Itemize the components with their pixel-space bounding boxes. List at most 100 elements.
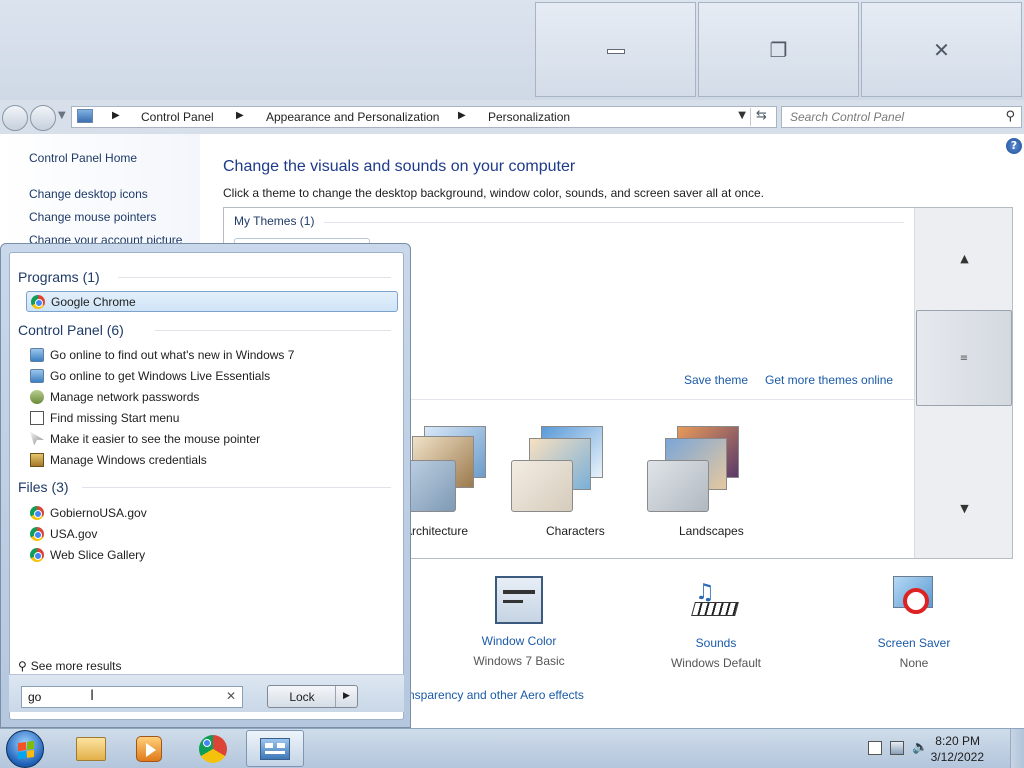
- save-theme-link[interactable]: Save theme: [684, 373, 748, 387]
- system-tray: 🔈 8:20 PM 3/12/2022: [854, 729, 1024, 768]
- divider: [118, 277, 391, 278]
- result-label: Make it easier to see the mouse pointer: [50, 431, 261, 446]
- result-whats-new[interactable]: Go online to find out what's new in Wind…: [26, 344, 398, 365]
- chrome-icon: [31, 294, 45, 309]
- help-icon[interactable]: ?: [1006, 138, 1022, 154]
- start-menu-results: Programs (1) Google Chrome Control Panel…: [9, 252, 404, 720]
- media-player-icon: [136, 735, 162, 762]
- theme-name-architecture: Architecture: [404, 524, 469, 538]
- theme-architecture[interactable]: [394, 426, 514, 516]
- shutdown-options-arrow-icon[interactable]: ▶: [335, 686, 357, 707]
- clock-time[interactable]: 8:20 PM: [935, 734, 980, 748]
- search-input[interactable]: Search Control Panel ⚲: [781, 106, 1022, 128]
- result-label: Go online to get Windows Live Essentials: [50, 368, 271, 383]
- result-google-chrome[interactable]: Google Chrome: [26, 291, 398, 312]
- sounds-link[interactable]: Sounds: [636, 636, 796, 650]
- theme-name-landscapes: Landscapes: [679, 524, 744, 538]
- window-color-link[interactable]: Window Color: [439, 634, 599, 648]
- action-center-icon[interactable]: [868, 741, 882, 755]
- breadcrumb-appearance[interactable]: Appearance and Personalization: [266, 110, 439, 124]
- address-bar[interactable]: ▶ Control Panel ▶ Appearance and Persona…: [71, 106, 777, 128]
- change-desktop-icons-link[interactable]: Change desktop icons: [29, 187, 148, 201]
- result-network-passwords[interactable]: Manage network passwords: [26, 386, 398, 407]
- start-search-input[interactable]: go I ✕: [21, 686, 243, 708]
- aero-effects-link[interactable]: nsparency and other Aero effects: [408, 688, 584, 702]
- search-icon[interactable]: ⚲: [1005, 109, 1015, 124]
- lock-button[interactable]: Lock ▶: [267, 685, 358, 708]
- chrome-icon: [199, 734, 227, 763]
- control-panel-item-icon: [30, 347, 44, 362]
- sounds-item[interactable]: ♫ Sounds Windows Default: [636, 576, 796, 670]
- control-panel-icon: [260, 737, 290, 760]
- crumb-arrow-icon[interactable]: ▶: [112, 110, 120, 121]
- breadcrumb-personalization[interactable]: Personalization: [488, 110, 570, 124]
- taskbar-explorer[interactable]: [62, 730, 120, 767]
- network-icon[interactable]: [890, 741, 904, 755]
- credentials-icon: [30, 452, 44, 467]
- files-heading: Files (3): [18, 479, 69, 495]
- result-windows-credentials[interactable]: Manage Windows credentials: [26, 449, 398, 470]
- theme-landscapes[interactable]: [647, 426, 767, 516]
- clock-date[interactable]: 3/12/2022: [931, 750, 984, 764]
- control-panel-heading: Control Panel (6): [18, 322, 124, 338]
- result-label: Go online to find out what's new in Wind…: [50, 347, 295, 362]
- search-value: go: [28, 690, 42, 704]
- clear-search-icon[interactable]: ✕: [226, 689, 236, 703]
- start-button[interactable]: [6, 730, 44, 768]
- scroll-up-icon[interactable]: ▲: [915, 208, 1012, 308]
- volume-icon[interactable]: 🔈: [912, 741, 928, 755]
- control-panel-home-link[interactable]: Control Panel Home: [29, 151, 137, 165]
- screen-saver-item[interactable]: Screen Saver None: [834, 576, 994, 670]
- see-more-results-link[interactable]: ⚲ See more results: [18, 659, 122, 673]
- refresh-icon[interactable]: ⇆: [750, 108, 772, 126]
- result-find-start-menu[interactable]: Find missing Start menu: [26, 407, 398, 428]
- chrome-icon: [30, 505, 44, 520]
- restore-button[interactable]: ❐: [698, 2, 859, 97]
- result-usa-gov[interactable]: USA.gov: [26, 523, 398, 544]
- address-dropdown-icon[interactable]: ▼: [738, 110, 746, 121]
- users-icon: [30, 389, 44, 404]
- breadcrumb-control-panel[interactable]: Control Panel: [141, 110, 214, 124]
- my-themes-heading: My Themes (1): [234, 214, 315, 228]
- chrome-icon: [30, 526, 44, 541]
- window-color-value: Windows 7 Basic: [473, 654, 565, 668]
- minimize-button[interactable]: [535, 2, 696, 97]
- taskbar-control-panel[interactable]: [246, 730, 304, 767]
- taskbar-media-player[interactable]: [120, 730, 178, 767]
- result-label: Manage Windows credentials: [50, 452, 207, 467]
- window-titlebar: ❐ ✕: [0, 0, 1024, 100]
- show-desktop-button[interactable]: [1010, 729, 1024, 768]
- window-color-item[interactable]: Window Color Windows 7 Basic: [439, 576, 599, 668]
- screen-saver-link[interactable]: Screen Saver: [834, 636, 994, 650]
- get-more-themes-link[interactable]: Get more themes online: [765, 373, 893, 387]
- result-web-slice-gallery[interactable]: Web Slice Gallery: [26, 544, 398, 565]
- windows-logo-icon: [18, 740, 34, 760]
- result-label: Manage network passwords: [50, 389, 200, 404]
- themes-scrollbar[interactable]: ▲ ≡ ▼: [914, 208, 1012, 558]
- divider: [82, 487, 391, 488]
- see-more-label: See more results: [30, 659, 122, 673]
- search-placeholder: Search Control Panel: [790, 110, 905, 124]
- crumb-arrow-icon[interactable]: ▶: [236, 110, 244, 121]
- taskbar-chrome[interactable]: [184, 730, 242, 767]
- divider: [324, 222, 904, 223]
- result-gobiernousa[interactable]: GobiernoUSA.gov: [26, 502, 398, 523]
- start-menu: Programs (1) Google Chrome Control Panel…: [0, 243, 411, 728]
- page-description: Click a theme to change the desktop back…: [223, 186, 764, 200]
- recent-pages-dropdown-icon[interactable]: ▼: [58, 110, 66, 121]
- taskbar: 🔈 8:20 PM 3/12/2022: [0, 728, 1024, 768]
- control-panel-item-icon: [30, 368, 44, 383]
- change-mouse-pointers-link[interactable]: Change mouse pointers: [29, 210, 156, 224]
- divider: [155, 330, 391, 331]
- result-live-essentials[interactable]: Go online to get Windows Live Essentials: [26, 365, 398, 386]
- start-menu-icon: [30, 410, 44, 425]
- theme-characters[interactable]: [511, 426, 631, 516]
- scroll-thumb[interactable]: ≡: [916, 310, 1012, 406]
- forward-button[interactable]: [30, 105, 56, 131]
- close-button[interactable]: ✕: [861, 2, 1022, 97]
- scroll-down-icon[interactable]: ▼: [915, 458, 1012, 558]
- lock-label: Lock: [289, 690, 315, 704]
- result-mouse-pointer[interactable]: Make it easier to see the mouse pointer: [26, 428, 398, 449]
- crumb-arrow-icon[interactable]: ▶: [458, 110, 466, 121]
- back-button[interactable]: [2, 105, 28, 131]
